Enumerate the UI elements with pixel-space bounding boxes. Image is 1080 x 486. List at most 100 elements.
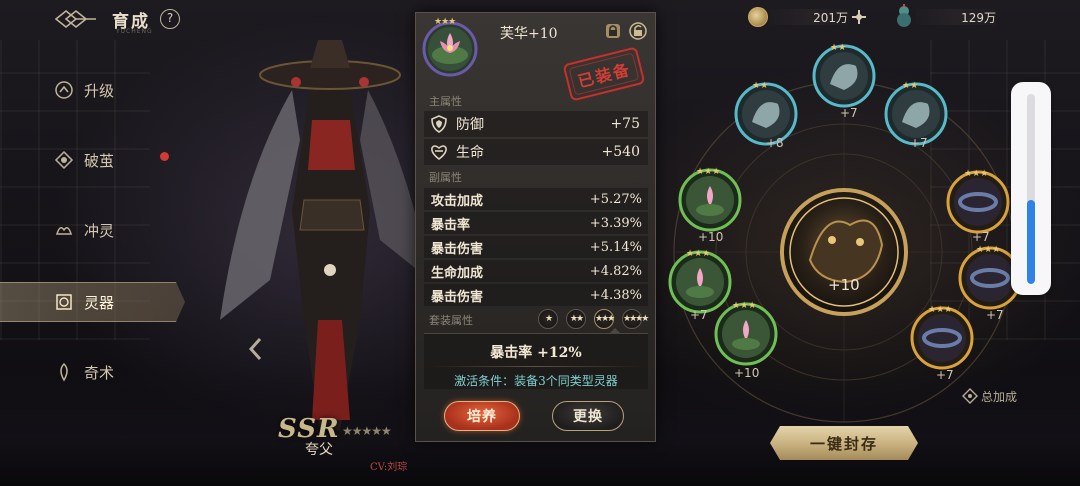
center-level: +10 [828, 276, 860, 294]
shield-icon [431, 115, 447, 133]
sidebar-item-label: 破茧 [84, 151, 115, 170]
page-subtitle: YUCHENG [116, 28, 153, 35]
set-bonus-text: 暴击率 +12% [490, 345, 582, 361]
slot-gold-1[interactable]: ★★★ [946, 169, 1010, 234]
nav-header: 育成 ? YUCHENG [54, 6, 180, 35]
sidebar-item-label: 升级 [84, 81, 115, 100]
svg-text:★★★: ★★★ [928, 305, 952, 315]
game-scene: 育成 ? YUCHENG 升级 破茧 冲灵 灵器 奇术 SSR ★★★★★ 夸父… [0, 0, 1080, 486]
diamond-icon [962, 388, 978, 404]
stat-value: +4.82% [589, 263, 642, 279]
set-condition-text: 激活条件：装备3个同类型灵器 [454, 374, 618, 388]
slot-level: +7 [972, 230, 990, 244]
main-stat-row: 防御 +75 [424, 111, 648, 137]
slot-green-1[interactable]: ★★★ [678, 167, 742, 232]
svg-text:★★: ★★ [752, 81, 768, 91]
sub-stat-row: 暴击率 +3.39% [424, 212, 648, 234]
stat-label: 防御 [456, 117, 484, 133]
svg-text:★★★: ★★★ [686, 249, 710, 259]
set-tier-4-icon[interactable]: ★★★★ [622, 309, 649, 329]
center-artifact[interactable] [780, 188, 908, 316]
artifact-icon [54, 292, 74, 312]
coin-icon [748, 7, 768, 27]
seal-all-button[interactable]: 一键封存 [770, 426, 918, 460]
artifact-detail-panel: ★★★ 芙华+10 已装备 主属性 防御 +75 生命 +540 副属性 攻击加… [415, 12, 656, 442]
sidebar-item-magic[interactable]: 奇术 [54, 352, 114, 392]
equipped-stamp: 已装备 [562, 46, 646, 102]
item-stars: ★★★ [434, 17, 456, 27]
unlock-icon[interactable] [629, 22, 647, 40]
sub-stat-row: 暴击伤害 +4.38% [424, 284, 648, 306]
slot-level: +8 [766, 136, 784, 150]
slot-level: +7 [840, 106, 858, 120]
svg-text:★★★: ★★★ [964, 169, 988, 179]
sidebar-item-artifact[interactable]: 灵器 [0, 282, 185, 322]
stat-label: 暴击率 [431, 217, 471, 233]
sub-stat-row: 攻击加成 +5.27% [424, 188, 648, 210]
stat-label: 生命 [456, 145, 484, 161]
set-tier-1-icon[interactable]: ★ [538, 309, 558, 329]
svg-text:★★★: ★★★ [976, 245, 1000, 255]
cocoon-icon [54, 150, 74, 170]
sub-stat-row: 生命加成 +4.82% [424, 260, 648, 282]
sidebar-item-upgrade[interactable]: 升级 [54, 70, 114, 110]
character-info: SSR ★★★★★ 夸父 CV:刘琮 [278, 414, 407, 473]
slot-green-3[interactable]: ★★★ [714, 301, 778, 366]
slot-teal-2[interactable]: ★★ [812, 43, 876, 108]
slot-level: +7 [986, 308, 1004, 322]
total-bonus-button[interactable]: 总加成 [962, 386, 1017, 406]
item-name: 芙华+10 [500, 26, 558, 42]
slot-gold-3[interactable]: ★★★ [910, 305, 974, 370]
currency-coin: 201万 [748, 6, 866, 28]
stat-value: +5.14% [589, 239, 642, 255]
svg-text:★★: ★★ [830, 43, 846, 53]
help-icon[interactable]: ? [160, 9, 180, 29]
back-ornament-icon [54, 9, 96, 29]
slot-level: +7 [910, 136, 928, 150]
stat-label: 生命加成 [431, 265, 484, 281]
add-coin-icon[interactable] [850, 8, 868, 26]
rarity-stars: ★★★★★ [342, 424, 392, 438]
character-name: 夸父 [305, 442, 333, 458]
stat-value: +540 [601, 144, 640, 160]
svg-text:★★: ★★ [902, 81, 918, 91]
slot-teal-1[interactable]: ★★ [734, 81, 798, 146]
svg-text:★★★: ★★★ [732, 301, 756, 311]
voice-actor: CV:刘琮 [370, 462, 408, 473]
slot-green-2[interactable]: ★★★ [668, 249, 732, 314]
set-stats-label: 套装属性 [429, 314, 473, 327]
chevron-left-icon[interactable] [246, 336, 266, 362]
character-art [220, 40, 430, 430]
train-button[interactable]: 培养 [444, 401, 520, 431]
sidebar-item-breakthrough[interactable]: 破茧 [54, 140, 114, 180]
set-tier-3-icon[interactable]: ★★★ [594, 309, 615, 329]
sidebar-item-label: 冲灵 [84, 221, 115, 240]
sidebar-item-spirit[interactable]: 冲灵 [54, 210, 114, 250]
magic-icon [54, 362, 74, 382]
set-tier-2-icon[interactable]: ★★ [566, 309, 586, 329]
gourd-value: 129万 [961, 11, 996, 25]
svg-text:★★★: ★★★ [696, 167, 720, 177]
slot-level: +10 [698, 230, 724, 244]
lock-icon[interactable] [604, 22, 622, 40]
currency-bar: 201万 129万 [748, 4, 1078, 28]
main-stats-label: 主属性 [429, 95, 462, 108]
sub-stat-row: 暴击伤害 +5.14% [424, 236, 648, 258]
level-up-icon [54, 80, 74, 100]
slot-level: +7 [936, 368, 954, 382]
sidebar-item-label: 灵器 [84, 293, 115, 312]
stat-value: +5.27% [589, 191, 642, 207]
slot-level: +10 [734, 366, 760, 380]
level-slider[interactable] [1011, 82, 1051, 295]
stat-label: 暴击伤害 [431, 241, 484, 257]
total-bonus-label: 总加成 [981, 389, 1018, 404]
gourd-icon [897, 4, 911, 27]
slider-track[interactable] [1027, 94, 1035, 284]
stat-label: 暴击伤害 [431, 289, 484, 305]
swap-button[interactable]: 更换 [552, 401, 624, 431]
notification-dot [160, 152, 169, 161]
back-button[interactable] [54, 8, 98, 30]
stat-value: +75 [610, 116, 640, 132]
spirit-icon [54, 220, 74, 240]
slider-fill [1027, 200, 1035, 284]
